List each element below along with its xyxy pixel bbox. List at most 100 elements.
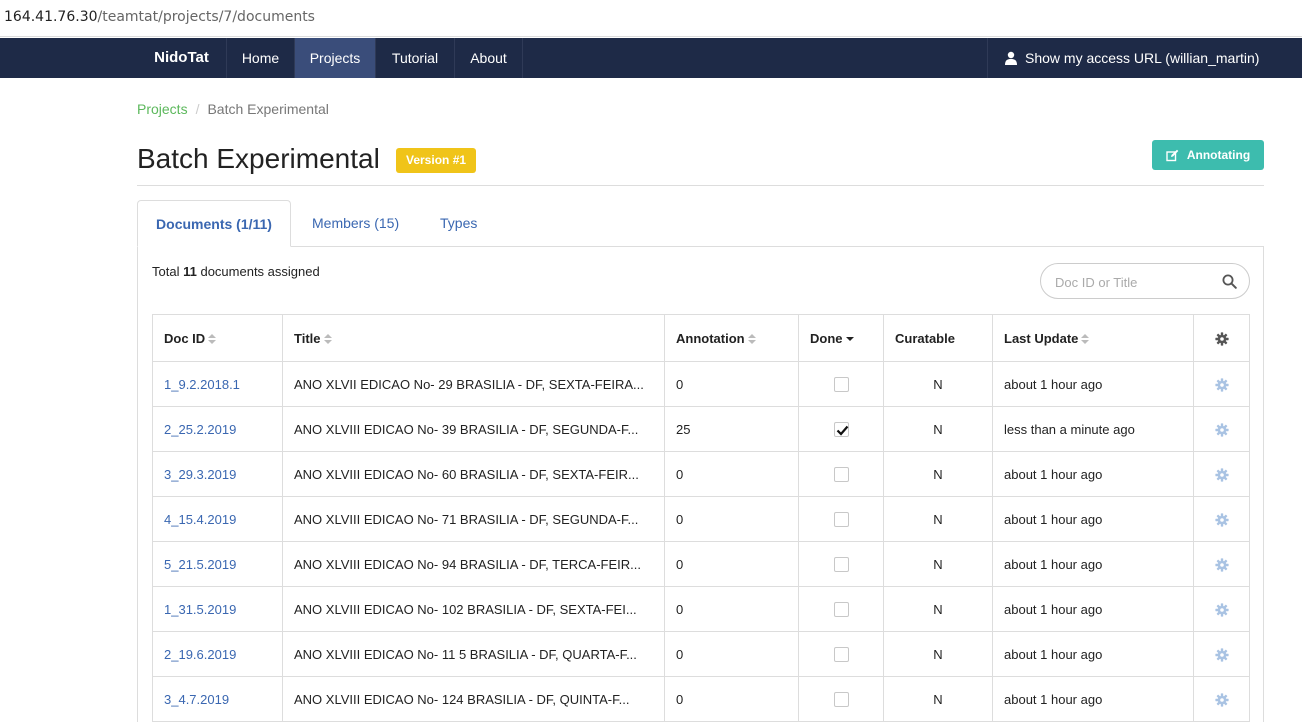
doc-id-link[interactable]: 3_29.3.2019 bbox=[152, 451, 283, 497]
column-header-settings[interactable] bbox=[1193, 314, 1250, 362]
nav-tutorial[interactable]: Tutorial bbox=[375, 38, 454, 78]
table-row: 2_25.2.2019 ANO XLVIII EDICAO No- 39 BRAS… bbox=[152, 406, 1250, 452]
curatable-value: N bbox=[883, 496, 993, 542]
done-cell bbox=[798, 361, 884, 407]
done-checkbox[interactable] bbox=[833, 692, 849, 708]
doc-id-link[interactable]: 4_15.4.2019 bbox=[152, 496, 283, 542]
column-header-done[interactable]: Done bbox=[798, 314, 884, 362]
done-cell bbox=[798, 631, 884, 677]
tab-types[interactable]: Types bbox=[440, 200, 477, 247]
doc-id-link[interactable]: 2_25.2.2019 bbox=[152, 406, 283, 452]
total-suffix: documents assigned bbox=[200, 264, 320, 279]
gear-icon[interactable] bbox=[1214, 332, 1229, 346]
gear-icon[interactable] bbox=[1214, 601, 1229, 617]
row-settings-cell bbox=[1193, 406, 1250, 452]
column-label: Curatable bbox=[895, 330, 955, 346]
url-text[interactable]: 164.41.76.30/teamtat/projects/7/document… bbox=[4, 9, 315, 25]
annotation-count: 0 bbox=[664, 541, 799, 587]
done-checkbox[interactable] bbox=[833, 467, 849, 483]
version-badge: Version #1 bbox=[396, 148, 477, 173]
row-settings-cell bbox=[1193, 451, 1250, 497]
total-documents-text: Total 11 documents assigned bbox=[152, 264, 320, 279]
table-row: 4_15.4.2019 ANO XLVIII EDICAO No- 71 BRAS… bbox=[152, 496, 1250, 542]
curatable-value: N bbox=[883, 406, 993, 452]
curatable-value: N bbox=[883, 541, 993, 587]
annotating-label: Annotating bbox=[1186, 148, 1251, 162]
table-row: 3_29.3.2019 ANO XLVIII EDICAO No- 60 BRAS… bbox=[152, 451, 1250, 497]
nav-about[interactable]: About bbox=[454, 38, 523, 78]
last-update: about 1 hour ago bbox=[992, 496, 1194, 542]
sort-icon bbox=[1081, 333, 1090, 344]
column-header-title[interactable]: Title bbox=[282, 314, 665, 362]
column-header-annotation[interactable]: Annotation bbox=[664, 314, 799, 362]
doc-id-link[interactable]: 5_21.5.2019 bbox=[152, 541, 283, 587]
doc-title: ANO XLVIII EDICAO No- 39 BRASILIA - DF, … bbox=[282, 406, 665, 452]
row-settings-cell bbox=[1193, 586, 1250, 632]
project-tabs: Documents (1/11) Members (15) Types bbox=[137, 200, 1264, 247]
column-label: Done bbox=[810, 330, 843, 346]
row-settings-cell bbox=[1193, 496, 1250, 542]
annotation-count: 0 bbox=[664, 361, 799, 407]
documents-table-body: 1_9.2.2018.1 ANO XLVII EDICAO No- 29 BRAS… bbox=[152, 361, 1250, 722]
nav-projects[interactable]: Projects bbox=[294, 38, 375, 78]
total-prefix: Total bbox=[152, 264, 180, 279]
done-checkbox[interactable] bbox=[833, 512, 849, 528]
curatable-value: N bbox=[883, 451, 993, 497]
gear-icon[interactable] bbox=[1214, 376, 1229, 392]
total-count: 11 bbox=[183, 264, 197, 279]
annotation-count: 0 bbox=[664, 631, 799, 677]
done-cell bbox=[798, 451, 884, 497]
doc-title: ANO XLVII EDICAO No- 29 BRASILIA - DF, S… bbox=[282, 361, 665, 407]
search-icon[interactable] bbox=[1222, 274, 1237, 289]
doc-id-link[interactable]: 1_9.2.2018.1 bbox=[152, 361, 283, 407]
breadcrumb-current: Batch Experimental bbox=[207, 101, 329, 117]
tab-documents[interactable]: Documents (1/11) bbox=[137, 200, 291, 247]
nav-home[interactable]: Home bbox=[226, 38, 294, 78]
table-row: 5_21.5.2019 ANO XLVIII EDICAO No- 94 BRAS… bbox=[152, 541, 1250, 587]
browser-url-bar[interactable]: 164.41.76.30/teamtat/projects/7/document… bbox=[0, 0, 1302, 37]
done-checkbox[interactable] bbox=[833, 647, 849, 663]
done-checkbox[interactable] bbox=[833, 602, 849, 618]
table-row: 1_9.2.2018.1 ANO XLVII EDICAO No- 29 BRAS… bbox=[152, 361, 1250, 407]
doc-id-link[interactable]: 3_4.7.2019 bbox=[152, 676, 283, 722]
annotation-count: 0 bbox=[664, 451, 799, 497]
column-header-doc-id[interactable]: Doc ID bbox=[152, 314, 283, 362]
done-cell bbox=[798, 496, 884, 542]
doc-title: ANO XLVIII EDICAO No- 60 BRASILIA - DF, … bbox=[282, 451, 665, 497]
doc-title: ANO XLVIII EDICAO No- 11 5 BRASILIA - DF… bbox=[282, 631, 665, 677]
gear-icon[interactable] bbox=[1214, 421, 1229, 437]
gear-icon[interactable] bbox=[1214, 511, 1229, 527]
breadcrumb-projects-link[interactable]: Projects bbox=[137, 101, 188, 117]
last-update: about 1 hour ago bbox=[992, 451, 1194, 497]
sort-icon bbox=[323, 333, 332, 344]
annotating-button[interactable]: Annotating bbox=[1152, 140, 1264, 170]
brand-logo[interactable]: NidoTat bbox=[137, 38, 226, 78]
doc-title: ANO XLVIII EDICAO No- 94 BRASILIA - DF, … bbox=[282, 541, 665, 587]
search-input[interactable] bbox=[1055, 272, 1215, 292]
access-url-link[interactable]: Show my access URL (willian_martin) bbox=[987, 38, 1302, 78]
done-checkbox[interactable] bbox=[833, 377, 849, 393]
search-box[interactable] bbox=[1040, 263, 1250, 299]
annotation-count: 0 bbox=[664, 676, 799, 722]
documents-table: Doc ID Title Annotation Done Curatable L… bbox=[152, 314, 1250, 722]
doc-id-link[interactable]: 1_31.5.2019 bbox=[152, 586, 283, 632]
row-settings-cell bbox=[1193, 676, 1250, 722]
gear-icon[interactable] bbox=[1214, 646, 1229, 662]
last-update: about 1 hour ago bbox=[992, 676, 1194, 722]
gear-icon[interactable] bbox=[1214, 556, 1229, 572]
gear-icon[interactable] bbox=[1214, 466, 1229, 482]
checkmark-icon bbox=[836, 425, 848, 436]
done-checkbox[interactable] bbox=[833, 422, 849, 438]
annotation-count: 0 bbox=[664, 586, 799, 632]
gear-icon[interactable] bbox=[1214, 691, 1229, 707]
last-update: less than a minute ago bbox=[992, 406, 1194, 452]
row-settings-cell bbox=[1193, 361, 1250, 407]
sort-icon bbox=[208, 333, 217, 344]
doc-title: ANO XLVIII EDICAO No- 124 BRASILIA - DF,… bbox=[282, 676, 665, 722]
doc-id-link[interactable]: 2_19.6.2019 bbox=[152, 631, 283, 677]
tab-members[interactable]: Members (15) bbox=[312, 200, 399, 247]
table-row: 3_4.7.2019 ANO XLVIII EDICAO No- 124 BRAS… bbox=[152, 676, 1250, 722]
done-cell bbox=[798, 406, 884, 452]
done-checkbox[interactable] bbox=[833, 557, 849, 573]
column-header-last-update[interactable]: Last Update bbox=[992, 314, 1194, 362]
